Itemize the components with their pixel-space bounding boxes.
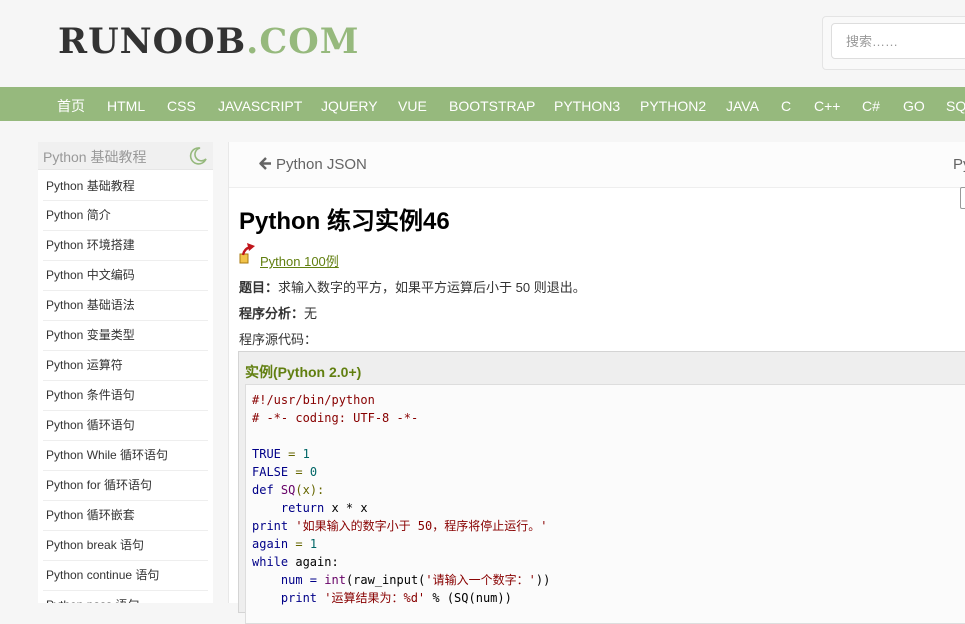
article: Python JSON Py Python 练习实例46 Python 100例…: [228, 142, 965, 624]
nav-python3[interactable]: PYTHON3: [554, 87, 620, 121]
prev-next-bar: Python JSON Py: [229, 142, 965, 188]
nav-csharp[interactable]: C#: [862, 87, 880, 121]
code-token: FALSE: [252, 465, 289, 479]
code-token: int: [324, 573, 346, 587]
code-token: print: [252, 519, 289, 533]
sidebar-item[interactable]: Python 环境搭建: [43, 231, 208, 261]
code-line: #!/usr/bin/python: [252, 393, 375, 407]
code-line: while again:: [252, 553, 965, 571]
code-token: TRUE: [252, 447, 281, 461]
code-token: )): [535, 573, 551, 587]
nav-cpp[interactable]: C++: [814, 87, 840, 121]
example-title: 实例(Python 2.0+): [245, 364, 362, 380]
analysis-text: 无: [304, 306, 318, 321]
back-link[interactable]: Python 100例: [260, 251, 339, 270]
analysis-label: 程序分析：: [239, 306, 305, 321]
code-token: =: [280, 447, 303, 461]
nav-css[interactable]: CSS: [167, 87, 196, 121]
logo-main: RUNOOB: [58, 21, 247, 62]
sidebar-item[interactable]: Python 循环嵌套: [43, 501, 208, 531]
site-header: RUNOOB.COM: [0, 0, 965, 87]
logo-suffix: .COM: [246, 21, 360, 62]
code-line: # -*- coding: UTF-8 -*-: [252, 411, 419, 425]
code-line: num = int(raw_input('请输入一个数字：')): [252, 571, 965, 589]
code-line: TRUE = 1: [252, 445, 965, 463]
main-nav: 首页 HTML CSS JAVASCRIPT JQUERY VUE BOOTST…: [0, 87, 965, 121]
example-box: 实例(Python 2.0+) #!/usr/bin/python # -*- …: [238, 351, 965, 624]
code-token: again:: [288, 555, 339, 569]
source-label: 程序源代码：: [239, 332, 318, 347]
page-title: Python 练习实例46: [239, 208, 450, 235]
code-line: print '如果输入的数字小于 50，程序将停止运行。': [252, 517, 965, 535]
nav-html[interactable]: HTML: [107, 87, 145, 121]
question-text: 求输入数字的平方，如果平方运算后小于 50 则退出。: [278, 280, 586, 295]
sidebar-item[interactable]: Python 基础教程: [43, 170, 208, 201]
nav-python2[interactable]: PYTHON2: [640, 87, 706, 121]
next-link[interactable]: Py: [953, 156, 965, 173]
prev-link-label: Python JSON: [276, 156, 367, 173]
code-token: while: [252, 555, 289, 569]
search-input[interactable]: [831, 23, 965, 59]
code-token: return: [252, 501, 325, 515]
sidebar-item[interactable]: Python break 语句: [43, 531, 208, 561]
sidebar-header: Python 基础教程: [38, 142, 213, 170]
up-arrow-icon: [239, 243, 255, 264]
code-line: print '运算结果为：%d' % (SQ(num)): [252, 589, 965, 607]
site-logo[interactable]: RUNOOB.COM: [58, 22, 359, 62]
code-token: 1: [302, 447, 310, 461]
search-box: [822, 16, 965, 70]
nav-c[interactable]: C: [781, 87, 791, 121]
nav-bootstrap[interactable]: BOOTSTRAP: [449, 87, 535, 121]
sidebar-item[interactable]: Python continue 语句: [43, 561, 208, 591]
code-token: =: [288, 465, 310, 479]
code-token: num =: [252, 573, 325, 587]
question: 题目：求输入数字的平方，如果平方运算后小于 50 则退出。: [239, 277, 586, 296]
code-token: def: [252, 483, 274, 497]
code-token: (raw_input(: [345, 573, 426, 587]
code-token: 1: [309, 537, 318, 551]
analysis: 程序分析：无: [239, 303, 317, 322]
sidebar-item[interactable]: Python for 循环语句: [43, 471, 208, 501]
sidebar-item[interactable]: Python 变量类型: [43, 321, 208, 351]
nav-jquery[interactable]: JQUERY: [321, 87, 378, 121]
code-line: return x * x: [252, 499, 965, 517]
sidebar-item[interactable]: Python 基础语法: [43, 291, 208, 321]
sidebar-item[interactable]: Python 中文编码: [43, 261, 208, 291]
nav-home[interactable]: 首页: [57, 87, 85, 121]
sidebar-item[interactable]: Python 简介: [43, 201, 208, 231]
nav-vue[interactable]: VUE: [398, 87, 427, 121]
sidebar-item[interactable]: Python 循环语句: [43, 411, 208, 441]
code-token: (x):: [295, 483, 325, 497]
question-label: 题目：: [239, 280, 279, 295]
code-token: '请输入一个数字：': [425, 573, 536, 587]
sidebar-item[interactable]: Python While 循环语句: [43, 441, 208, 471]
code-token: x * x: [324, 501, 368, 515]
sidebar: Python 基础教程 Python 基础教程 Python 简介 Python…: [38, 142, 213, 603]
nav-javascript[interactable]: JAVASCRIPT: [218, 87, 302, 121]
code-line: FALSE = 0: [252, 463, 965, 481]
nav-go[interactable]: GO: [903, 87, 925, 121]
sidebar-list: Python 基础教程 Python 简介 Python 环境搭建 Python…: [38, 170, 213, 603]
sidebar-item[interactable]: Python 运算符: [43, 351, 208, 381]
sidebar-item[interactable]: Python pass 语句: [43, 591, 208, 603]
code-line: again = 1: [252, 535, 965, 553]
code-token: 0: [309, 465, 318, 479]
scroll-handle[interactable]: [960, 187, 965, 209]
moon-icon[interactable]: [188, 146, 208, 166]
code-token: '如果输入的数字小于 50，程序将停止运行。': [288, 519, 548, 533]
code-token: SQ: [273, 483, 296, 497]
sidebar-item[interactable]: Python 条件语句: [43, 381, 208, 411]
code-block[interactable]: #!/usr/bin/python # -*- coding: UTF-8 -*…: [245, 384, 965, 624]
sidebar-title: Python 基础教程: [43, 149, 147, 165]
code-token: =: [288, 537, 310, 551]
prev-link[interactable]: Python JSON: [259, 156, 367, 173]
left-arrow-icon: [259, 157, 271, 170]
code-line: def SQ(x):: [252, 481, 965, 499]
nav-sql[interactable]: SQL: [946, 87, 965, 121]
nav-java[interactable]: JAVA: [726, 87, 759, 121]
code-token: again: [252, 537, 289, 551]
